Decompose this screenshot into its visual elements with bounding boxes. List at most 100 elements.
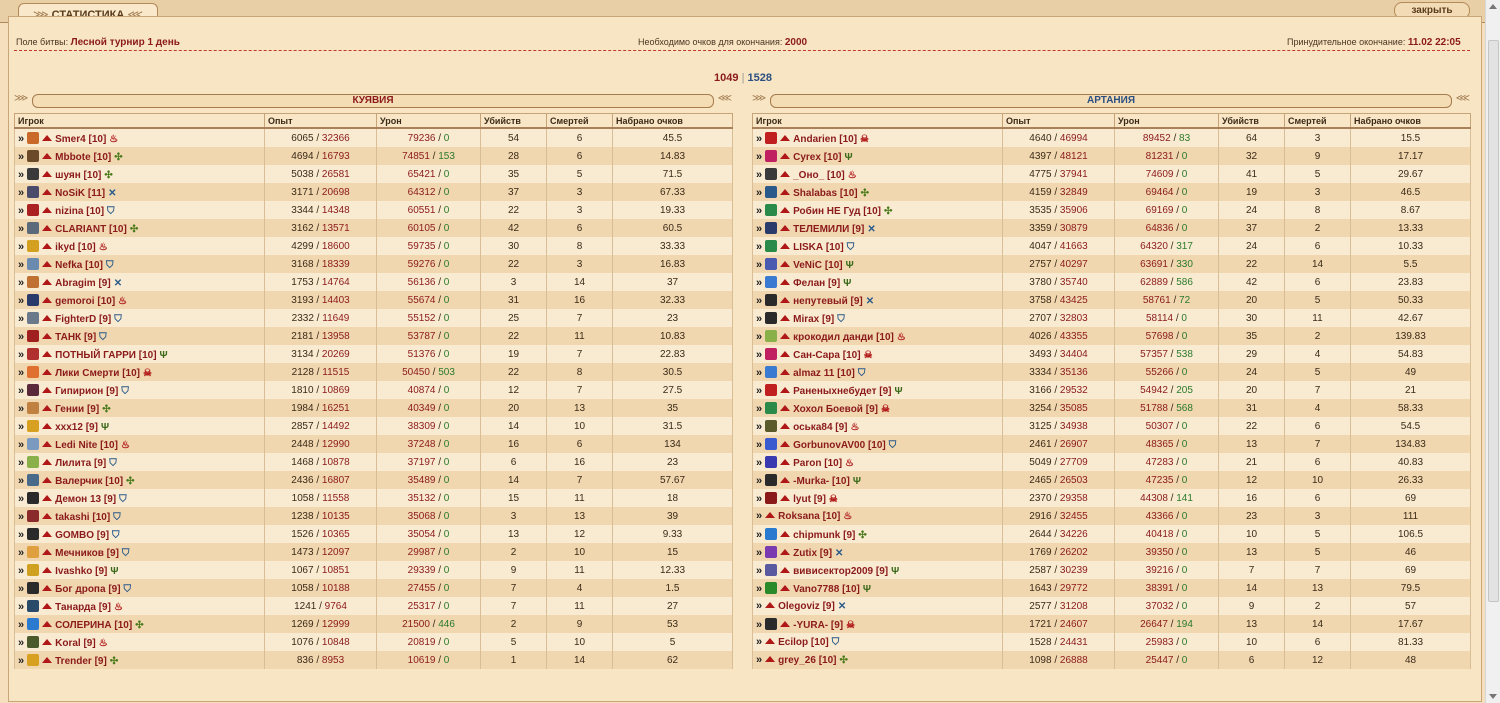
column-header[interactable]: Урон <box>376 113 481 129</box>
column-header[interactable]: Смертей <box>1284 113 1351 129</box>
player-name[interactable]: Mirax <box>793 314 819 325</box>
player-name[interactable]: Сан-Сара <box>793 350 840 361</box>
details-arrow-icon[interactable]: » <box>18 133 24 145</box>
player-name[interactable]: оська84 <box>793 422 832 433</box>
player-name[interactable]: Cyrex <box>793 152 821 163</box>
player-name[interactable]: ikyd <box>55 242 75 253</box>
player-name[interactable]: Бог дропа <box>55 584 105 595</box>
player-name[interactable]: FighterD <box>55 314 96 325</box>
player-name[interactable]: _Оно_ <box>793 170 824 181</box>
player-name[interactable]: вивисектор2009 <box>793 566 873 577</box>
details-arrow-icon[interactable]: » <box>18 565 24 577</box>
details-arrow-icon[interactable]: » <box>756 313 762 325</box>
player-name[interactable]: Abragim <box>55 278 96 289</box>
player-name[interactable]: Koral <box>55 638 81 649</box>
player-name[interactable]: VeNiC <box>793 260 822 271</box>
column-header[interactable]: Урон <box>1114 113 1219 129</box>
details-arrow-icon[interactable]: » <box>18 439 24 451</box>
player-name[interactable]: nizina <box>55 206 83 217</box>
details-arrow-icon[interactable]: » <box>756 421 762 433</box>
player-name[interactable]: Мечников <box>55 548 104 559</box>
details-arrow-icon[interactable]: » <box>18 169 24 181</box>
details-arrow-icon[interactable]: » <box>18 223 24 235</box>
details-arrow-icon[interactable]: » <box>756 277 762 289</box>
column-header[interactable]: Игрок <box>14 113 265 129</box>
player-name[interactable]: Лилита <box>55 458 91 469</box>
details-arrow-icon[interactable]: » <box>18 511 24 523</box>
details-arrow-icon[interactable]: » <box>18 619 24 631</box>
details-arrow-icon[interactable]: » <box>18 655 24 667</box>
details-arrow-icon[interactable]: » <box>756 295 762 307</box>
player-name[interactable]: GorbunovAV00 <box>793 440 865 451</box>
player-name[interactable]: Trender <box>55 656 92 667</box>
player-name[interactable]: шуян <box>55 170 81 181</box>
player-name[interactable]: Zutix <box>793 548 817 559</box>
player-name[interactable]: almaz 11 <box>793 368 834 379</box>
details-arrow-icon[interactable]: » <box>18 331 24 343</box>
details-arrow-icon[interactable]: » <box>18 241 24 253</box>
details-arrow-icon[interactable]: » <box>756 241 762 253</box>
details-arrow-icon[interactable]: » <box>18 457 24 469</box>
scrollbar[interactable] <box>1485 0 1500 703</box>
details-arrow-icon[interactable]: » <box>756 529 762 541</box>
details-arrow-icon[interactable]: » <box>756 349 762 361</box>
player-name[interactable]: ТАНК <box>55 332 81 343</box>
player-name[interactable]: Робин НЕ Гуд <box>793 206 860 217</box>
player-name[interactable]: xxx12 <box>55 422 83 433</box>
column-header[interactable]: Набрано очков <box>1350 113 1471 129</box>
details-arrow-icon[interactable]: » <box>756 133 762 145</box>
details-arrow-icon[interactable]: » <box>18 349 24 361</box>
player-name[interactable]: Vano7788 <box>793 584 839 595</box>
column-header[interactable]: Игрок <box>752 113 1003 129</box>
details-arrow-icon[interactable]: » <box>756 457 762 469</box>
details-arrow-icon[interactable]: » <box>18 259 24 271</box>
player-name[interactable]: lyut <box>793 494 811 505</box>
player-name[interactable]: -Murka- <box>793 476 829 487</box>
column-header[interactable]: Опыт <box>1002 113 1115 129</box>
details-arrow-icon[interactable]: » <box>756 223 762 235</box>
player-name[interactable]: Paron <box>793 458 821 469</box>
details-arrow-icon[interactable]: » <box>756 510 762 522</box>
details-arrow-icon[interactable]: » <box>18 583 24 595</box>
details-arrow-icon[interactable]: » <box>18 421 24 433</box>
player-name[interactable]: -YURA- <box>793 620 828 631</box>
player-name[interactable]: Andarien <box>793 134 836 145</box>
details-arrow-icon[interactable]: » <box>756 259 762 271</box>
player-name[interactable]: Nefka <box>55 260 82 271</box>
details-arrow-icon[interactable]: » <box>18 313 24 325</box>
details-arrow-icon[interactable]: » <box>18 493 24 505</box>
details-arrow-icon[interactable]: » <box>756 636 762 648</box>
player-name[interactable]: Shalabas <box>793 188 837 199</box>
player-name[interactable]: крокодил данди <box>793 332 873 343</box>
player-name[interactable]: GOMBO <box>55 530 94 541</box>
player-name[interactable]: Танарда <box>55 602 96 613</box>
player-name[interactable]: Ivashko <box>55 566 92 577</box>
details-arrow-icon[interactable]: » <box>18 205 24 217</box>
scroll-up-icon[interactable] <box>1489 4 1497 9</box>
player-name[interactable]: CLARIANT <box>55 224 106 235</box>
details-arrow-icon[interactable]: » <box>18 529 24 541</box>
details-arrow-icon[interactable]: » <box>756 385 762 397</box>
details-arrow-icon[interactable]: » <box>18 295 24 307</box>
player-name[interactable]: ПОТНЫЙ ГАРРИ <box>55 350 136 361</box>
details-arrow-icon[interactable]: » <box>18 637 24 649</box>
details-arrow-icon[interactable]: » <box>756 331 762 343</box>
player-name[interactable]: NoSiK <box>55 188 85 199</box>
details-arrow-icon[interactable]: » <box>18 151 24 163</box>
details-arrow-icon[interactable]: » <box>18 601 24 613</box>
player-name[interactable]: Smer4 <box>55 134 86 145</box>
column-header[interactable]: Убийств <box>480 113 547 129</box>
player-name[interactable]: Roksana <box>778 511 820 522</box>
column-header[interactable]: Опыт <box>264 113 377 129</box>
player-name[interactable]: Гипирион <box>55 386 103 397</box>
player-name[interactable]: Ecilop <box>778 637 808 648</box>
player-name[interactable]: grey_26 <box>778 655 816 666</box>
details-arrow-icon[interactable]: » <box>756 403 762 415</box>
details-arrow-icon[interactable]: » <box>756 439 762 451</box>
player-name[interactable]: Лики Смерти <box>55 368 119 379</box>
details-arrow-icon[interactable]: » <box>756 205 762 217</box>
player-name[interactable]: takashi <box>55 512 89 523</box>
details-arrow-icon[interactable]: » <box>18 367 24 379</box>
column-header[interactable]: Смертей <box>546 113 613 129</box>
player-name[interactable]: Валерчик <box>55 476 102 487</box>
